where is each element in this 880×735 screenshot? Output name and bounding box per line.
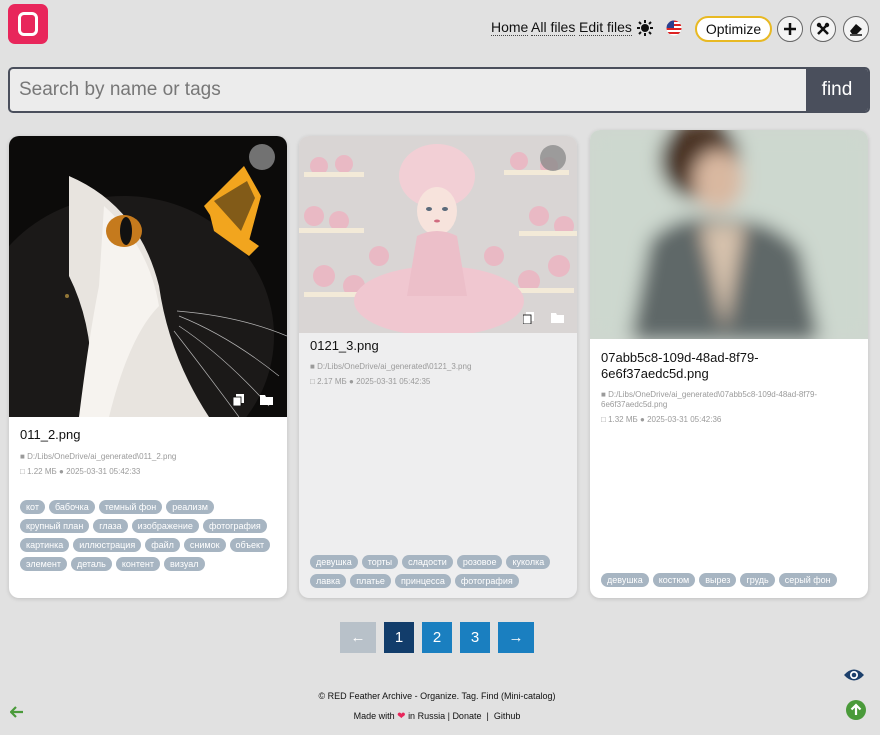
tag-chip[interactable]: снимок [183, 538, 226, 552]
tools-icon [816, 22, 830, 35]
eye-icon[interactable] [843, 667, 865, 683]
page-button-current[interactable]: 1 [384, 622, 414, 653]
tag-chip[interactable]: объект [229, 538, 271, 552]
file-title: 011_2.png [20, 427, 81, 442]
file-meta: □ 1.32 МБ ● 2025-03-31 05:42:36 [601, 415, 722, 424]
tag-chip[interactable]: глаза [93, 519, 128, 533]
folder-open-icon[interactable] [260, 394, 274, 406]
optimize-button[interactable]: Optimize [695, 16, 772, 42]
tag-chip[interactable]: фотография [454, 574, 519, 588]
nav-all-files-link[interactable]: All files [531, 20, 576, 36]
footer-copyright: © RED Feather Archive - Organize. Tag. F… [318, 691, 556, 701]
tag-chip[interactable]: элемент [20, 557, 67, 571]
search-input[interactable]: Search by name or tags [10, 69, 807, 111]
file-card[interactable]: 0121_3.png ■ D:/Libs/OneDrive/ai_generat… [299, 136, 577, 598]
page-button[interactable]: 3 [460, 622, 490, 653]
file-path-text: D:/Libs/OneDrive/ai_generated\011_2.png [27, 452, 177, 461]
tag-list: девушка костюм вырез грудь серый фон [601, 573, 863, 587]
tag-chip[interactable]: кот [20, 500, 45, 514]
tag-chip[interactable]: визуал [164, 557, 205, 571]
plus-icon [784, 23, 796, 35]
tag-chip[interactable]: вырез [699, 573, 737, 587]
app-logo[interactable] [8, 4, 48, 44]
blurred-image[interactable] [590, 130, 868, 339]
tag-chip[interactable]: куколка [506, 555, 551, 569]
tag-list: девушка торты сладости розовое куколка л… [310, 555, 572, 588]
nav-home-link[interactable]: Home [491, 20, 529, 36]
us-flag-icon[interactable] [666, 20, 682, 36]
find-button[interactable]: find [806, 69, 868, 111]
file-meta: □ 2.17 МБ ● 2025-03-31 05:42:35 [310, 377, 431, 386]
file-meta: □ 1.22 МБ ● 2025-03-31 05:42:33 [20, 467, 141, 476]
file-path: ■ D:/Libs/OneDrive/ai_generated\07abb5c8… [601, 390, 818, 409]
page-button[interactable]: 2 [422, 622, 452, 653]
pink-doll-image[interactable] [299, 136, 577, 333]
tag-chip[interactable]: иллюстрация [73, 538, 142, 552]
file-path-text: D:/Libs/OneDrive/ai_generated\0121_3.png [317, 362, 472, 371]
footer-in-russia: in Russia | [408, 711, 450, 721]
tag-chip[interactable]: торты [361, 555, 399, 569]
eraser-icon [850, 24, 862, 36]
tag-list: кот бабочка темный фон реализм крупный п… [20, 500, 275, 571]
nav-edit-files-link[interactable]: Edit files [579, 20, 632, 36]
next-page-button[interactable]: → [498, 622, 534, 653]
tag-chip[interactable]: фотография [202, 519, 267, 533]
tag-chip[interactable]: изображение [131, 519, 199, 533]
tag-chip[interactable]: файл [145, 538, 180, 552]
file-date: 2025-03-31 05:42:36 [647, 415, 722, 424]
expand-icon[interactable] [540, 145, 566, 171]
tag-chip[interactable]: принцесса [394, 574, 451, 588]
tag-chip[interactable]: лавка [310, 574, 347, 588]
file-size: 1.32 МБ [608, 415, 638, 424]
tag-chip[interactable]: реализм [166, 500, 214, 514]
file-date: 2025-03-31 05:42:33 [66, 467, 141, 476]
tag-chip[interactable]: грудь [740, 573, 775, 587]
file-size: 1.22 МБ [27, 467, 57, 476]
file-path: ■ D:/Libs/OneDrive/ai_generated\0121_3.p… [310, 362, 472, 371]
file-path: ■ D:/Libs/OneDrive/ai_generated\011_2.pn… [20, 452, 177, 461]
add-button[interactable] [777, 16, 803, 42]
tag-chip[interactable]: сладости [402, 555, 453, 569]
tag-chip[interactable]: деталь [70, 557, 112, 571]
back-arrow-icon[interactable] [10, 705, 24, 719]
file-title: 07abb5c8-109d-48ad-8f79-6e6f37aedc5d.png [601, 350, 759, 381]
theme-toggle-icon[interactable] [637, 20, 653, 36]
expand-icon[interactable] [249, 144, 275, 170]
tag-chip[interactable]: бабочка [48, 500, 95, 514]
file-path-text: D:/Libs/OneDrive/ai_generated\07abb5c8-1… [601, 390, 818, 409]
heart-icon: ❤ [397, 711, 406, 722]
tag-chip[interactable]: девушка [310, 555, 358, 569]
file-card[interactable]: 07abb5c8-109d-48ad-8f79-6e6f37aedc5d.png… [590, 130, 868, 598]
file-title: 0121_3.png [310, 338, 379, 353]
donate-link[interactable]: Donate [452, 711, 481, 721]
tag-chip[interactable]: девушка [601, 573, 649, 587]
tag-chip[interactable]: розовое [456, 555, 503, 569]
tag-chip[interactable]: картинка [20, 538, 70, 552]
copy-icon[interactable] [233, 394, 247, 406]
tag-chip[interactable]: серый фон [778, 573, 837, 587]
tag-chip[interactable]: платье [350, 574, 391, 588]
folder-open-icon[interactable] [551, 312, 565, 324]
scroll-top-icon[interactable] [846, 700, 866, 720]
tools-button[interactable] [810, 16, 836, 42]
file-size: 2.17 МБ [317, 377, 347, 386]
tag-chip[interactable]: костюм [652, 573, 696, 587]
cat-butterfly-image[interactable] [9, 136, 287, 417]
footer-separator: | [486, 711, 489, 721]
tag-chip[interactable]: контент [115, 557, 161, 571]
search-bar: Search by name or tags find [8, 67, 870, 113]
tag-chip[interactable]: темный фон [98, 500, 163, 514]
prev-page-button[interactable]: ← [340, 622, 376, 653]
file-date: 2025-03-31 05:42:35 [356, 377, 431, 386]
tag-chip[interactable]: крупный план [20, 519, 90, 533]
footer-made-with: Made with [353, 711, 395, 721]
github-link[interactable]: Github [494, 711, 521, 721]
copy-icon[interactable] [523, 312, 537, 324]
footer-credits: Made with ❤ in Russia | Donate | Github [0, 711, 874, 722]
file-card[interactable]: 011_2.png ■ D:/Libs/OneDrive/ai_generate… [9, 136, 287, 598]
eraser-button[interactable] [843, 16, 869, 42]
